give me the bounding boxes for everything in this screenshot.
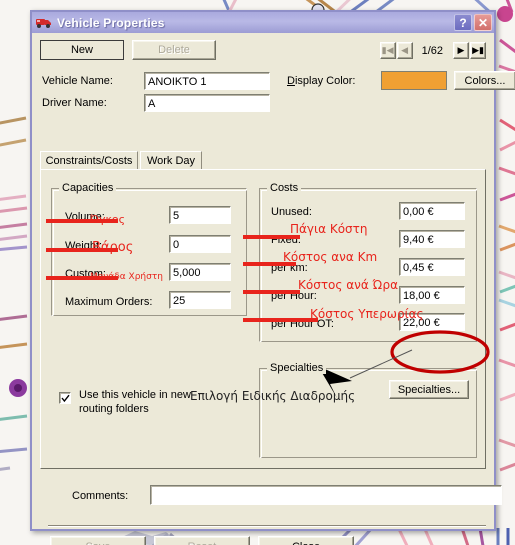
specialties-group: Specialties Specialties...: [259, 362, 477, 458]
per-hour-label: per Hour:: [271, 290, 317, 302]
weight-input[interactable]: 0: [169, 235, 231, 253]
first-record-button[interactable]: ▮◀: [379, 42, 396, 59]
weight-label: Weight:: [65, 240, 103, 252]
tab-page-constraints-costs: Capacities Volume: 5 Weight: 0 Custom: 5…: [40, 169, 486, 469]
vehicle-name-label: Vehicle Name:: [42, 75, 113, 87]
volume-input[interactable]: 5: [169, 206, 231, 224]
colors-button[interactable]: Colors...: [454, 71, 515, 90]
capacities-group-title: Capacities: [59, 182, 117, 194]
reset-button[interactable]: Reset: [154, 536, 250, 545]
footer-separator: [48, 525, 486, 527]
new-button[interactable]: New: [40, 40, 124, 60]
per-km-input[interactable]: 0,45 €: [399, 258, 465, 276]
driver-name-label: Driver Name:: [42, 97, 107, 109]
checkmark-icon: [61, 394, 70, 403]
use-vehicle-label-line1: Use this vehicle in new: [79, 389, 191, 401]
specialties-button[interactable]: Specialties...: [389, 380, 469, 399]
last-record-button[interactable]: ▶▮: [470, 42, 486, 59]
capacities-group: Capacities Volume: 5 Weight: 0 Custom: 5…: [51, 182, 247, 316]
delete-button[interactable]: Delete: [132, 40, 216, 60]
use-vehicle-label-line2: routing folders: [79, 403, 149, 415]
maximum-orders-input[interactable]: 25: [169, 291, 231, 309]
truck-icon: [36, 19, 51, 28]
specialties-group-title: Specialties: [267, 362, 327, 374]
custom-label: Custom:: [65, 268, 106, 280]
costs-group-title: Costs: [267, 182, 302, 194]
custom-input[interactable]: 5,000: [169, 263, 231, 281]
record-navigator: ▮◀ ◀ 1/62 ▶ ▶▮: [379, 42, 486, 59]
display-color-label: Display Color:: [287, 75, 356, 87]
unused-input[interactable]: 0,00 €: [399, 202, 465, 220]
dialog-client-area: New Delete ▮◀ ◀ 1/62 ▶ ▶▮ Vehicle Name: …: [32, 33, 515, 545]
maximum-orders-label: Maximum Orders:: [65, 296, 153, 308]
fixed-label: Fixed:: [271, 234, 301, 246]
help-button[interactable]: ?: [454, 14, 472, 31]
close-window-button[interactable]: ✕: [474, 14, 492, 31]
comments-input[interactable]: [150, 485, 502, 505]
title-bar[interactable]: Vehicle Properties ? ✕: [32, 12, 494, 33]
close-button[interactable]: Close: [258, 536, 354, 545]
record-position-label: 1/62: [421, 44, 443, 57]
per-hour-ot-input[interactable]: 22,00 €: [399, 313, 465, 331]
display-color-swatch[interactable]: [381, 71, 447, 90]
next-record-button[interactable]: ▶: [453, 42, 469, 59]
comments-label: Comments:: [72, 490, 129, 502]
vehicle-properties-dialog: Vehicle Properties ? ✕ New Delete ▮◀ ◀ 1…: [30, 10, 515, 545]
volume-label: Volume:: [65, 211, 105, 223]
per-hour-input[interactable]: 18,00 €: [399, 286, 465, 304]
window-title: Vehicle Properties: [57, 15, 165, 30]
per-hour-ot-label: per Hour OT:: [271, 318, 334, 330]
toolbar: New Delete ▮◀ ◀ 1/62 ▶ ▶▮: [32, 33, 494, 67]
costs-group: Costs Unused: 0,00 € Fixed: 9,40 € per k…: [259, 182, 477, 342]
tab-constraints-costs[interactable]: Constraints/Costs: [40, 151, 138, 169]
save-button[interactable]: Save: [50, 536, 146, 545]
vehicle-name-input[interactable]: ANOIKTO 1: [144, 72, 270, 90]
unused-label: Unused:: [271, 206, 312, 218]
prev-record-button[interactable]: ◀: [396, 42, 413, 59]
per-km-label: per km:: [271, 262, 308, 274]
use-vehicle-checkbox[interactable]: [59, 392, 71, 404]
tab-work-day[interactable]: Work Day: [140, 151, 202, 169]
fixed-input[interactable]: 9,40 €: [399, 230, 465, 248]
driver-name-input[interactable]: A: [144, 94, 270, 112]
